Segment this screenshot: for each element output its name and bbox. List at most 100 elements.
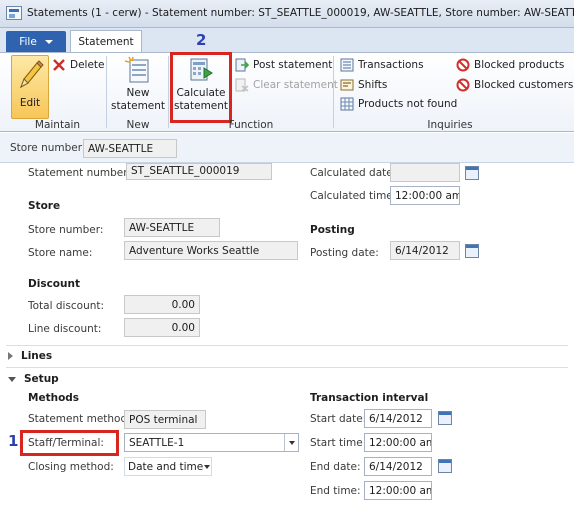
- group-label-maintain: Maintain: [34, 119, 81, 131]
- statement-number-field[interactable]: ST_SEATTLE_000019: [126, 163, 272, 180]
- post-statement-button[interactable]: Post statement: [235, 58, 332, 72]
- calculated-date-label: Calculated date:: [310, 167, 397, 179]
- staff-terminal-combobox[interactable]: SEATTLE-1: [124, 433, 299, 452]
- start-date-field[interactable]: 6/14/2012: [364, 409, 432, 428]
- file-tab[interactable]: File: [6, 31, 66, 52]
- calendar-icon[interactable]: [438, 411, 452, 425]
- delete-button[interactable]: Delete: [52, 58, 105, 72]
- store-header: Store: [28, 200, 61, 212]
- statement-method-field[interactable]: POS terminal: [124, 410, 206, 429]
- calendar-icon[interactable]: [465, 166, 479, 180]
- setup-section-toggle[interactable]: Setup: [8, 373, 59, 385]
- staff-terminal-value: SEATTLE-1: [129, 436, 185, 449]
- setup-section-label: Setup: [24, 373, 59, 385]
- app-icon: [6, 6, 22, 20]
- store-bar-label: Store number:: [10, 142, 86, 154]
- section-divider: [6, 345, 568, 346]
- lines-section-label: Lines: [21, 350, 53, 362]
- post-document-icon: [235, 58, 249, 72]
- discount-header: Discount: [28, 278, 80, 290]
- edit-button-label: Edit: [19, 97, 41, 109]
- total-discount-field[interactable]: 0.00: [124, 295, 200, 314]
- posting-date-label: Posting date:: [310, 247, 379, 259]
- closing-method-value: Date and time: [128, 460, 204, 473]
- end-time-field[interactable]: 12:00:00 am: [364, 481, 432, 500]
- blocked-icon: [456, 58, 470, 72]
- calculated-date-field[interactable]: [390, 163, 460, 182]
- calculate-statement-label-2: statement: [173, 100, 229, 112]
- start-time-field[interactable]: 12:00:00 am: [364, 433, 432, 452]
- store-bar-field[interactable]: AW-SEATTLE: [83, 139, 177, 158]
- close-icon: [53, 59, 65, 71]
- blocked-customers-label: Blocked customers: [474, 79, 574, 91]
- annotation-marker-2: 2: [196, 31, 207, 49]
- total-discount-label: Total discount:: [28, 300, 105, 312]
- statement-method-label: Statement method:: [28, 413, 131, 425]
- end-date-label: End date:: [310, 461, 361, 473]
- tab-statement-label: Statement: [78, 36, 134, 48]
- transaction-interval-header: Transaction interval: [310, 392, 429, 404]
- calculate-statement-label-1: Calculate: [176, 87, 226, 99]
- store-name-field[interactable]: Adventure Works Seattle: [124, 241, 298, 260]
- blocked-icon: [456, 78, 470, 92]
- methods-header: Methods: [28, 392, 80, 404]
- calculate-statement-button[interactable]: Calculate statement: [174, 56, 228, 113]
- lines-section-toggle[interactable]: Lines: [8, 350, 52, 362]
- transactions-label: Transactions: [358, 59, 424, 71]
- shifts-icon: [340, 79, 354, 91]
- annotation-marker-1: 1: [8, 432, 19, 450]
- new-statement-button[interactable]: New statement: [110, 56, 166, 113]
- group-label-inquiries: Inquiries: [427, 119, 473, 131]
- group-label-new: New: [126, 119, 150, 131]
- store-number-field[interactable]: AW-SEATTLE: [124, 218, 220, 237]
- calculated-time-field[interactable]: 12:00:00 am: [390, 186, 460, 205]
- line-discount-field[interactable]: 0.00: [124, 318, 200, 337]
- start-time-label: Start time:: [310, 437, 367, 449]
- clear-statement-label: Clear statement: [253, 79, 338, 91]
- file-tab-label: File: [19, 35, 37, 48]
- delete-button-label: Delete: [70, 59, 105, 71]
- store-name-label: Store name:: [28, 247, 93, 259]
- clear-statement-button[interactable]: Clear statement: [235, 78, 338, 92]
- closing-method-select[interactable]: Date and time: [124, 457, 212, 476]
- blocked-products-button[interactable]: Blocked products: [456, 58, 564, 72]
- ribbon-divider: [168, 56, 169, 128]
- shifts-button[interactable]: Shifts: [340, 78, 387, 92]
- posting-header: Posting: [310, 224, 355, 236]
- new-statement-label-2: statement: [110, 100, 166, 112]
- post-statement-label: Post statement: [253, 59, 333, 71]
- group-label-function: Function: [228, 119, 274, 131]
- ribbon-divider: [333, 56, 334, 128]
- section-divider: [6, 367, 568, 368]
- tab-statement[interactable]: Statement: [70, 30, 142, 53]
- staff-terminal-label: Staff/Terminal:: [28, 437, 104, 449]
- closing-method-label: Closing method:: [28, 461, 114, 473]
- calculate-statement-icon: [190, 58, 213, 81]
- blocked-customers-button[interactable]: Blocked customers: [456, 78, 573, 92]
- end-time-label: End time:: [310, 485, 361, 497]
- ribbon-divider: [106, 56, 107, 128]
- new-document-icon: [124, 56, 149, 83]
- store-number-label: Store number:: [28, 224, 104, 236]
- line-discount-label: Line discount:: [28, 323, 102, 335]
- transactions-button[interactable]: Transactions: [340, 58, 424, 72]
- products-grid-icon: [340, 97, 354, 111]
- posting-date-field[interactable]: 6/14/2012: [390, 241, 460, 260]
- calendar-icon[interactable]: [465, 244, 479, 258]
- products-not-found-button[interactable]: Products not found: [340, 97, 457, 111]
- chevron-down-icon: [203, 464, 211, 469]
- clear-document-icon: [235, 78, 249, 92]
- products-not-found-label: Products not found: [358, 98, 458, 110]
- calculated-time-label: Calculated time:: [310, 190, 397, 202]
- start-date-label: Start date:: [310, 413, 367, 425]
- edit-button[interactable]: Edit: [11, 55, 49, 119]
- pencil-icon: [20, 60, 44, 89]
- calendar-icon[interactable]: [438, 459, 452, 473]
- title-bar: Statements (1 - cerw) - Statement number…: [0, 0, 574, 28]
- dropdown-arrow-icon[interactable]: [284, 434, 298, 451]
- window-title: Statements (1 - cerw) - Statement number…: [27, 7, 574, 19]
- store-filter-bar: Store number: AW-SEATTLE: [0, 133, 574, 163]
- new-statement-label-1: New: [126, 87, 150, 99]
- expand-icon: [8, 352, 13, 360]
- end-date-field[interactable]: 6/14/2012: [364, 457, 432, 476]
